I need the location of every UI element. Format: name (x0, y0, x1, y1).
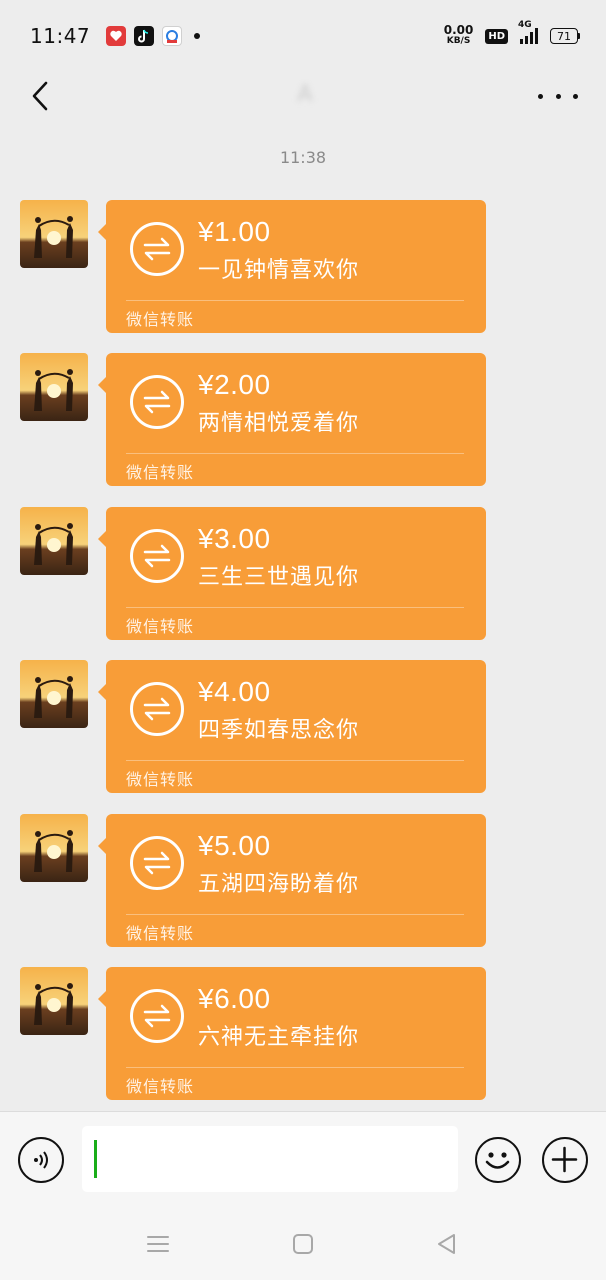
battery-level: 71 (550, 28, 578, 44)
browser-icon (162, 26, 183, 46)
network-type: 4G (518, 20, 532, 30)
hd-badge: HD (485, 28, 508, 44)
chat-title: A (297, 82, 313, 107)
back-button[interactable] (20, 76, 60, 116)
message-input[interactable] (82, 1126, 458, 1192)
transfer-bubble[interactable]: ¥3.00 三生三世遇见你 微信转账 (98, 506, 486, 640)
transfer-bubble[interactable]: ¥2.00 两情相悦爱着你 微信转账 (98, 353, 486, 487)
system-navigation-bar (0, 1207, 606, 1280)
transfer-icon (130, 528, 184, 583)
network-speed: 0.00 KB/S (443, 23, 474, 47)
status-time: 11:47 (30, 24, 91, 48)
emoji-button[interactable] (475, 1137, 521, 1183)
transfer-icon (130, 989, 184, 1043)
transfer-bubble[interactable]: ¥5.00 五湖四海盼着你 微信转账 (98, 813, 486, 947)
smiley-icon (485, 1152, 510, 1169)
transfer-message: ¥6.00 六神无主牵挂你 微信转账 (20, 967, 486, 1100)
chevron-left-icon (32, 81, 48, 111)
transfer-bubble[interactable]: ¥1.00 一见钟情喜欢你 微信转账 (98, 200, 486, 333)
more-actions-button[interactable] (542, 1137, 588, 1183)
transfer-label: 微信转账 (126, 616, 195, 636)
transfer-note: 一见钟情喜欢你 (198, 258, 360, 283)
transfer-icon (130, 222, 184, 276)
status-bar: 11:47 0.00 KB/S HD 4G 71 (0, 0, 606, 72)
transfer-label: 微信转账 (126, 310, 195, 329)
avatar[interactable] (20, 353, 88, 422)
more-options-button[interactable] (538, 80, 578, 112)
voice-input-button[interactable] (18, 1137, 64, 1183)
avatar[interactable] (20, 660, 88, 729)
transfer-message: ¥4.00 四季如春思念你 微信转账 (20, 660, 486, 794)
avatar[interactable] (20, 967, 88, 1035)
transfer-amount: ¥1.00 (198, 216, 271, 247)
chat-header: A (0, 72, 606, 120)
dot-icon (555, 93, 561, 99)
notification-icons (106, 26, 201, 46)
home-button[interactable] (288, 1229, 318, 1259)
transfer-icon (130, 682, 184, 737)
bubble-divider (126, 300, 464, 301)
network-speed-unit: KB/S (446, 36, 471, 46)
transfer-bubble[interactable]: ¥6.00 六神无主牵挂你 微信转账 (98, 967, 486, 1100)
transfer-label: 微信转账 (126, 770, 195, 790)
menu-icon (147, 1236, 169, 1252)
dot-icon (538, 93, 543, 99)
transfer-amount: ¥2.00 (198, 369, 271, 401)
bubble-divider (126, 453, 464, 455)
menu-button[interactable] (143, 1229, 173, 1259)
tiktok-icon (134, 26, 155, 46)
transfer-label: 微信转账 (126, 463, 195, 483)
transfer-icon (130, 375, 184, 430)
transfer-amount: ¥3.00 (198, 522, 271, 554)
transfer-message: ¥3.00 三生三世遇见你 微信转账 (20, 506, 486, 640)
transfer-note: 两情相悦爱着你 (198, 411, 360, 437)
transfer-amount: ¥5.00 (198, 829, 271, 861)
more-notifications-dot (194, 33, 201, 39)
transfer-label: 微信转账 (126, 1077, 195, 1096)
signal-icon: 4G (518, 20, 538, 44)
transfer-note: 四季如春思念你 (198, 718, 360, 744)
triangle-back-icon (438, 1234, 455, 1254)
network-speed-value: 0.00 (443, 23, 474, 37)
battery-icon: 71 (550, 28, 580, 44)
square-icon (293, 1234, 313, 1254)
avatar[interactable] (20, 200, 88, 268)
transfer-message: ¥5.00 五湖四海盼着你 微信转账 (20, 813, 486, 947)
dot-icon (573, 93, 578, 99)
bubble-divider (126, 760, 464, 762)
transfer-message: ¥2.00 两情相悦爱着你 微信转账 (20, 353, 486, 487)
health-app-icon (106, 26, 127, 46)
bubble-divider (126, 1067, 464, 1068)
bubble-divider (126, 913, 464, 915)
transfer-label: 微信转账 (126, 923, 195, 943)
transfer-note: 五湖四海盼着你 (198, 871, 360, 897)
voice-icon (34, 1151, 48, 1169)
chat-input-bar (0, 1111, 606, 1207)
transfer-note: 六神无主牵挂你 (198, 1025, 360, 1050)
bubble-divider (126, 606, 464, 608)
transfer-amount: ¥4.00 (198, 676, 271, 708)
transfer-bubble[interactable]: ¥4.00 四季如春思念你 微信转账 (98, 660, 486, 794)
transfer-message: ¥1.00 一见钟情喜欢你 微信转账 (20, 200, 486, 333)
transfer-icon (130, 835, 184, 890)
transfer-amount: ¥6.00 (198, 983, 271, 1014)
avatar[interactable] (20, 506, 88, 575)
back-system-button[interactable] (432, 1229, 462, 1259)
text-caret (94, 1140, 97, 1178)
avatar[interactable] (20, 813, 88, 882)
message-timestamp: 11:38 (279, 148, 327, 167)
transfer-note: 三生三世遇见你 (198, 564, 360, 590)
plus-icon (551, 1146, 578, 1173)
